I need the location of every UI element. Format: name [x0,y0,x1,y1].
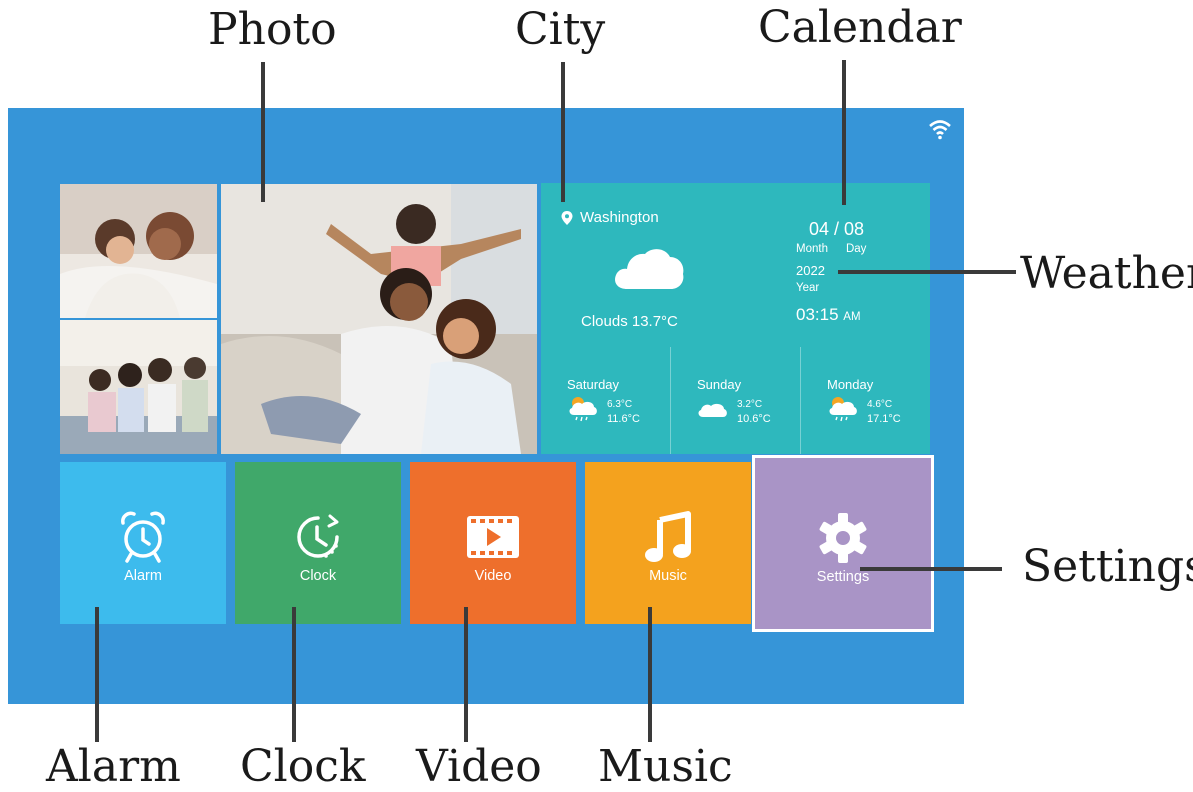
wifi-icon [929,120,951,140]
forecast-day-name: Monday [827,377,874,392]
callout-city: City [515,4,606,55]
sun-cloud-rain-icon [829,397,857,422]
callout-video: Video [416,741,542,792]
weather-condition: Clouds 13.7°C [581,313,678,330]
photo-thumb-family[interactable] [60,320,217,454]
leader-line-settings [860,567,1002,571]
calendar-year: 2022 [796,263,825,278]
cloud-icon [615,249,684,289]
forecast-high: 10.6°C [737,413,771,425]
forecast-low: 3.2°C [737,399,763,410]
video-label: Video [474,568,512,584]
alarm-label: Alarm [124,568,162,584]
callout-settings: Settings [1022,541,1193,592]
settings-tile[interactable]: Settings [752,455,934,632]
callout-weather: Weather [1020,248,1193,299]
photo-main-family-couch[interactable] [221,184,537,454]
city-name: Washington [580,209,659,226]
calendar-date: 04 / 08 [809,219,865,239]
callout-music: Music [598,741,733,792]
leader-line-video [464,607,468,742]
music-tile[interactable]: Music [585,462,751,624]
alarm-clock-icon [121,511,165,563]
callout-alarm: Alarm [46,741,181,792]
music-note-icon [645,511,691,562]
photo-thumb-mother-baby[interactable] [60,184,217,318]
leader-line-alarm [95,607,99,742]
city-label: Washington [561,209,659,226]
forecast-row: Saturday 6.3°C 11.6°C Sunday 3.2°C 10.6°… [541,347,930,454]
gear-icon [819,512,867,563]
time-ampm: AM [843,311,861,323]
forecast-low: 6.3°C [607,399,633,410]
video-tile[interactable]: Video [410,462,576,624]
leader-line-calendar [842,60,846,205]
clock-tile[interactable]: Clock [235,462,401,624]
music-label: Music [649,568,687,584]
current-weather: Washington Clouds 13.7°C 04 / 08 Month D… [541,183,930,347]
weather-widget[interactable]: Washington Clouds 13.7°C 04 / 08 Month D… [541,183,930,454]
clock-time: 03:15 AM [796,305,861,325]
forecast-temps: 3.2°C 10.6°C [737,398,771,426]
sun-cloud-rain-icon [569,397,597,422]
leader-line-clock [292,607,296,742]
callout-calendar: Calendar [758,2,962,53]
forecast-day-name: Saturday [567,377,620,392]
alarm-tile[interactable]: Alarm [60,462,226,624]
forecast-day: Sunday 3.2°C 10.6°C [670,347,800,454]
forecast-day-name: Sunday [697,377,742,392]
forecast-day: Monday 4.6°C 17.1°C [800,347,930,454]
forecast-temps: 4.6°C 17.1°C [867,398,901,426]
clock-icon [297,514,339,558]
forecast-high: 11.6°C [607,413,640,425]
leader-line-weather [838,270,1016,274]
date-labels: Month Day [796,243,866,255]
forecast-temps: 6.3°C 11.6°C [607,398,640,426]
forecast-high: 17.1°C [867,413,901,425]
cloud-icon [698,403,727,417]
callout-photo: Photo [208,4,337,55]
clock-label: Clock [299,568,337,584]
callout-clock: Clock [240,741,366,792]
forecast-day: Saturday 6.3°C 11.6°C [541,347,670,454]
day-label: Day [845,243,867,255]
leader-line-photo [261,62,265,202]
leader-line-music [648,607,652,742]
forecast-low: 4.6°C [867,399,893,410]
leader-line-city [561,62,565,202]
location-pin-icon [561,210,573,225]
time-value: 03:15 [796,305,839,324]
month-label: Month [796,243,828,255]
year-label: Year [796,282,820,294]
video-icon [467,516,519,558]
